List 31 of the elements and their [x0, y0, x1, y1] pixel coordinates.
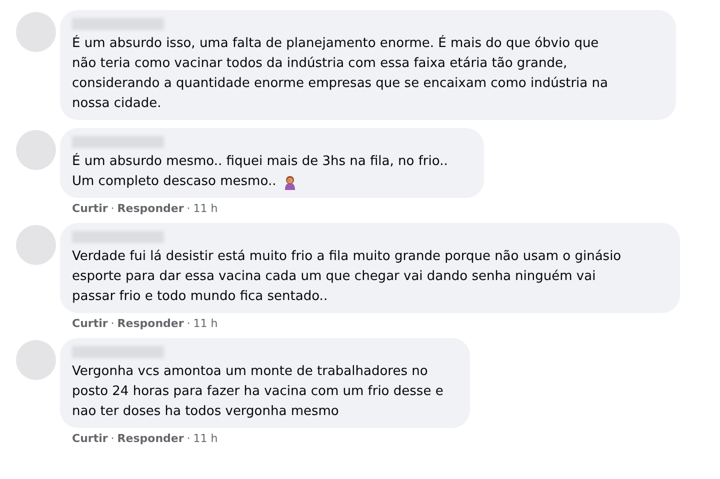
- separator-dot: ·: [186, 432, 190, 445]
- comment-text-line: Vergonha vcs amontoa um monte de trabalhadores no: [72, 363, 428, 381]
- reply-link[interactable]: Responder: [117, 432, 184, 445]
- comment-text-line: considerando a quantidade enorme empresas que se encaixam como indústria na: [72, 75, 608, 93]
- timestamp[interactable]: 11 h: [193, 317, 218, 330]
- avatar[interactable]: [16, 12, 56, 52]
- like-link[interactable]: Curtir: [72, 202, 108, 215]
- reply-link[interactable]: Responder: [117, 317, 184, 330]
- timestamp[interactable]: 11 h: [193, 432, 218, 445]
- separator-dot: ·: [110, 432, 114, 445]
- like-link[interactable]: Curtir: [72, 317, 108, 330]
- comment-text-line: É um absurdo isso, uma falta de planejamento enorme. É mais do que óbvio que: [72, 34, 599, 53]
- comment-text-line: Um completo descaso mesmo..: [72, 173, 276, 191]
- comment-text-line: esporte para dar essa vacina cada um que chegar vai dando senha ninguém vai: [72, 268, 596, 286]
- comment-text-line: não teria como vacinar todos da indústria com essa faixa etária tão grande,: [72, 55, 568, 73]
- separator-dot: ·: [186, 202, 190, 215]
- comment-text-line: É um absurdo mesmo.. fiquei mais de 3hs na fila, no frio..: [72, 152, 448, 171]
- separator-dot: ·: [110, 317, 114, 330]
- comment-text-line: Verdade fui lá desistir está muito frio a fila muito grande porque não usam o ginásio: [72, 248, 622, 266]
- avatar[interactable]: [16, 225, 56, 265]
- separator-dot: ·: [110, 202, 114, 215]
- reply-link[interactable]: Responder: [117, 202, 184, 215]
- like-link[interactable]: Curtir: [72, 432, 108, 445]
- avatar[interactable]: [16, 130, 56, 170]
- comment-text-line: posto 24 horas para fazer ha vacina com um frio desse e: [72, 383, 444, 401]
- comment-text-line: nao ter doses ha todos vergonha mesmo: [72, 403, 339, 421]
- avatar[interactable]: [16, 340, 56, 380]
- timestamp[interactable]: 11 h: [193, 202, 218, 215]
- comment-text-line: nossa cidade.: [72, 95, 162, 113]
- comment-text-line: passar frio e todo mundo fica sentado..: [72, 288, 328, 306]
- separator-dot: ·: [186, 317, 190, 330]
